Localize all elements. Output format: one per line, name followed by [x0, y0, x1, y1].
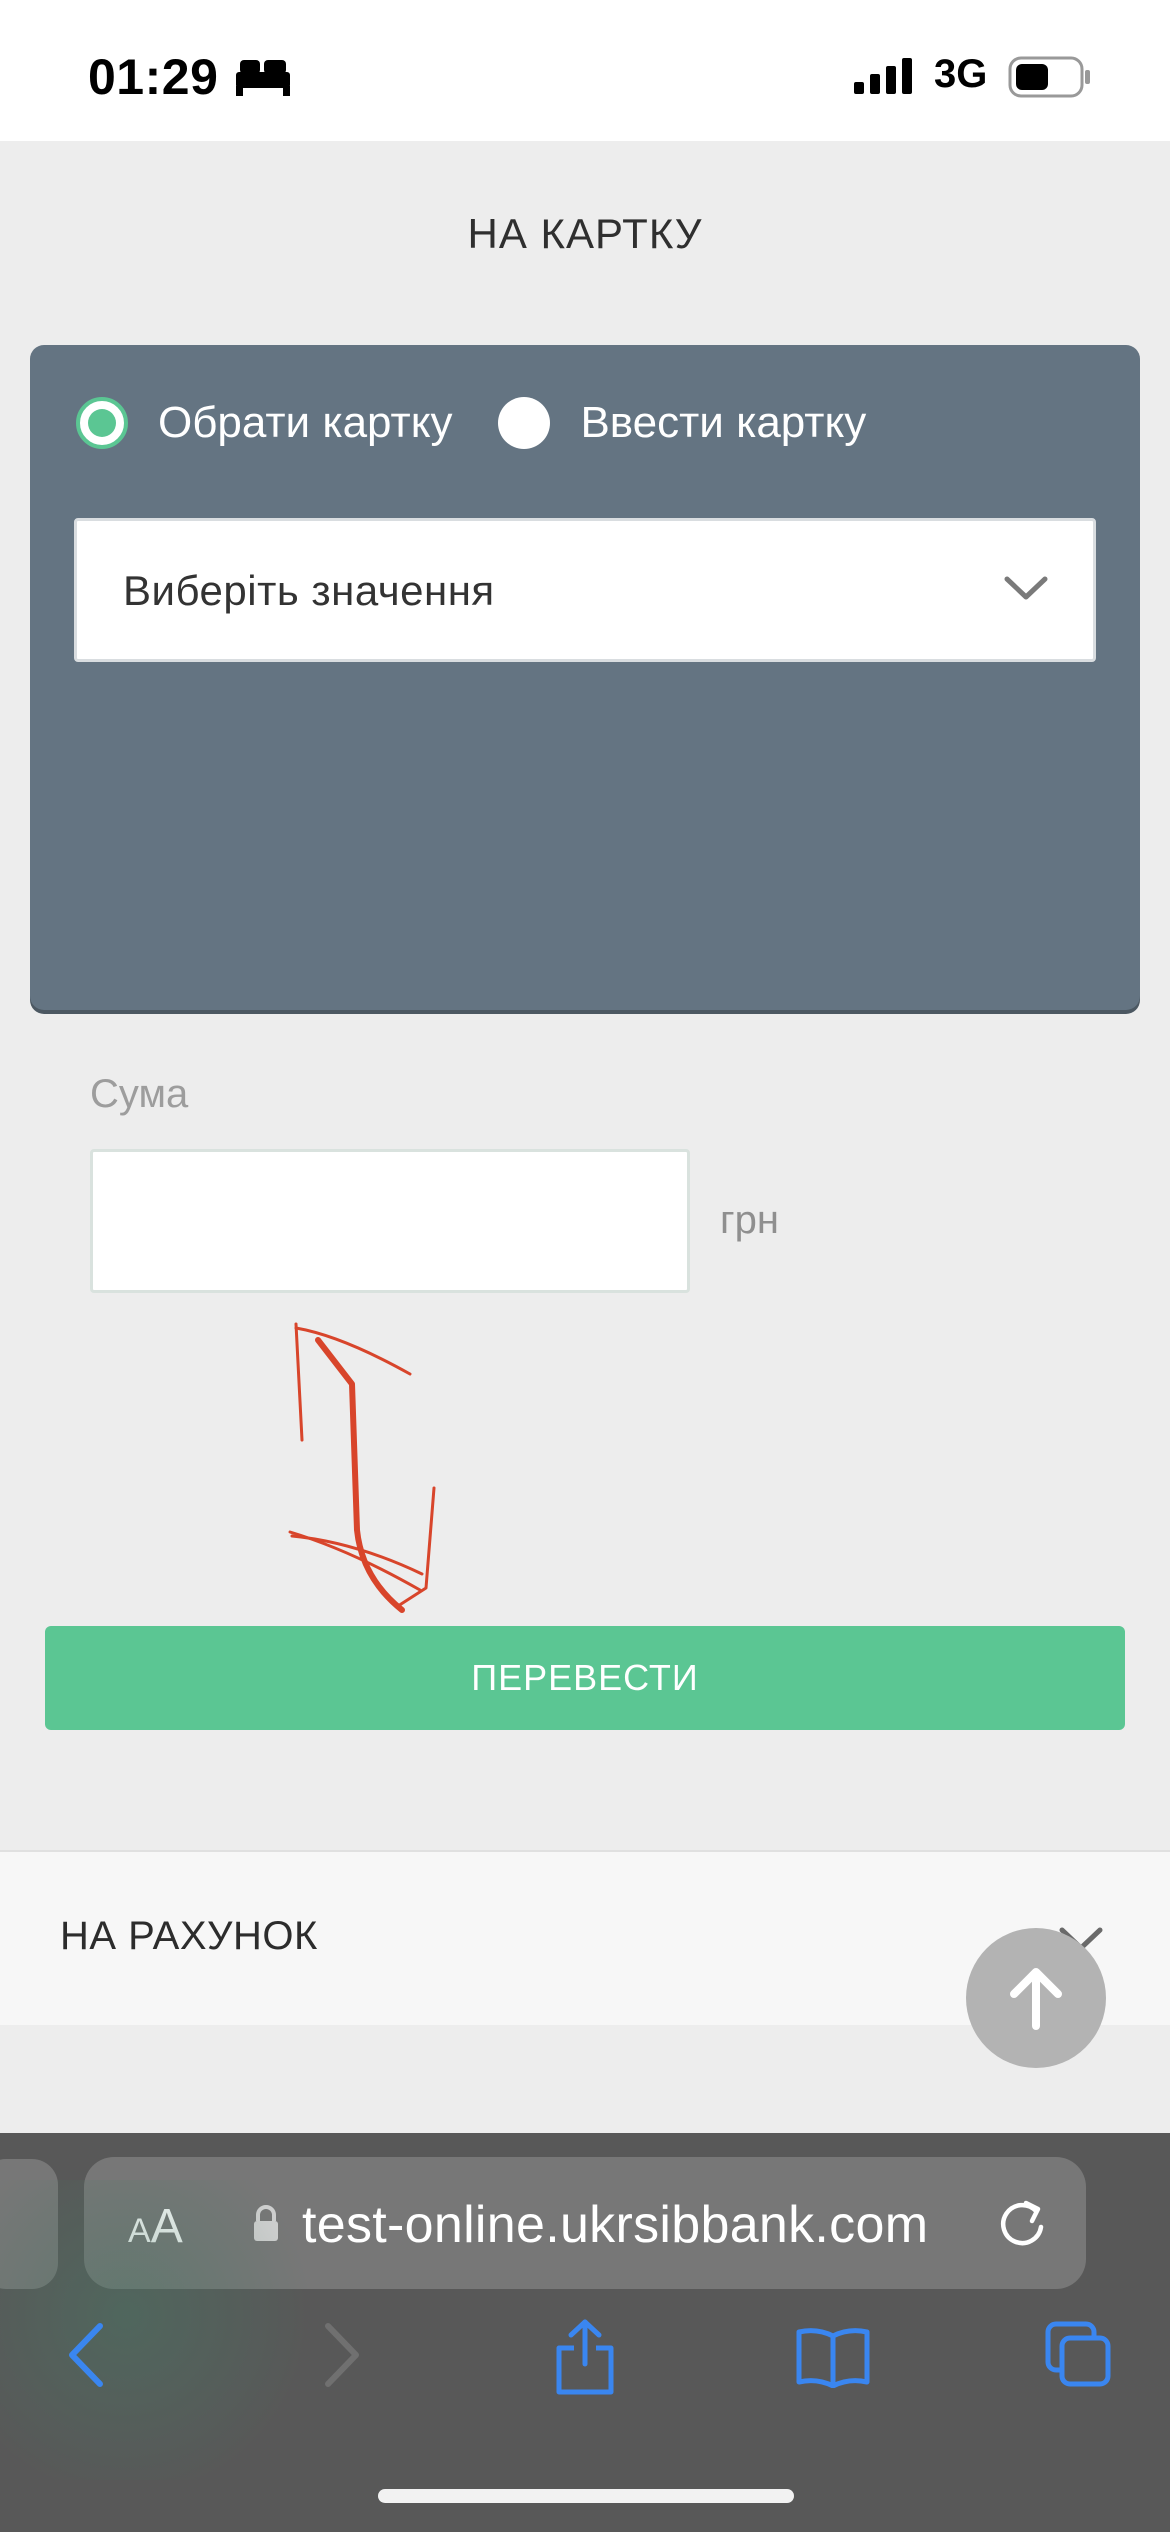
card-select-placeholder: Виберіть значення	[123, 567, 495, 614]
radio-select-card-label[interactable]: Обрати картку	[158, 398, 452, 448]
bed-icon	[236, 58, 290, 101]
radio-enter-card-label[interactable]: Ввести картку	[580, 398, 866, 448]
bookmarks-icon[interactable]	[795, 2326, 871, 2393]
section-title: НА КАРТКУ	[467, 210, 703, 257]
amount-input[interactable]	[90, 1149, 690, 1293]
card-select-dropdown[interactable]: Виберіть значення	[74, 518, 1096, 662]
status-time: 01:29	[88, 49, 219, 105]
url-text: test-online.ukrsibbank.com	[302, 2196, 929, 2254]
radio-enter-card[interactable]: Ввести картку	[498, 397, 866, 449]
currency-label: грн	[720, 1198, 779, 1242]
status-bar: 01:29 3G	[0, 0, 1170, 141]
radio-checked-indicator[interactable]	[76, 397, 128, 449]
share-icon[interactable]	[554, 2318, 616, 2401]
back-icon[interactable]	[66, 2322, 106, 2393]
reload-icon[interactable]	[996, 2195, 1048, 2256]
scroll-to-top-button[interactable]	[966, 1928, 1106, 2068]
card-source-panel: Обрати картку Ввести картку Виберіть зна…	[30, 345, 1140, 1010]
card-source-radio-group: Обрати картку Ввести картку	[76, 393, 866, 453]
arrow-up-icon	[1010, 1968, 1062, 2030]
cellular-signal-icon	[854, 58, 914, 99]
accordion-title: НА РАХУНОК	[60, 1914, 318, 1958]
radio-unchecked-indicator[interactable]	[498, 397, 551, 449]
forward-icon[interactable]	[322, 2322, 362, 2393]
battery-icon	[1008, 56, 1092, 103]
annotation-arrow-icon	[270, 1310, 470, 1625]
tabs-icon[interactable]	[1044, 2320, 1114, 2395]
chevron-down-icon	[1003, 573, 1049, 608]
transfer-button[interactable]: ПЕРЕВЕСТИ	[45, 1626, 1125, 1730]
amount-label: Сума	[90, 1072, 189, 1116]
background-glow	[0, 2180, 360, 2480]
radio-select-card[interactable]: Обрати картку	[76, 397, 452, 449]
home-indicator	[378, 2489, 794, 2503]
network-type: 3G	[934, 52, 988, 96]
